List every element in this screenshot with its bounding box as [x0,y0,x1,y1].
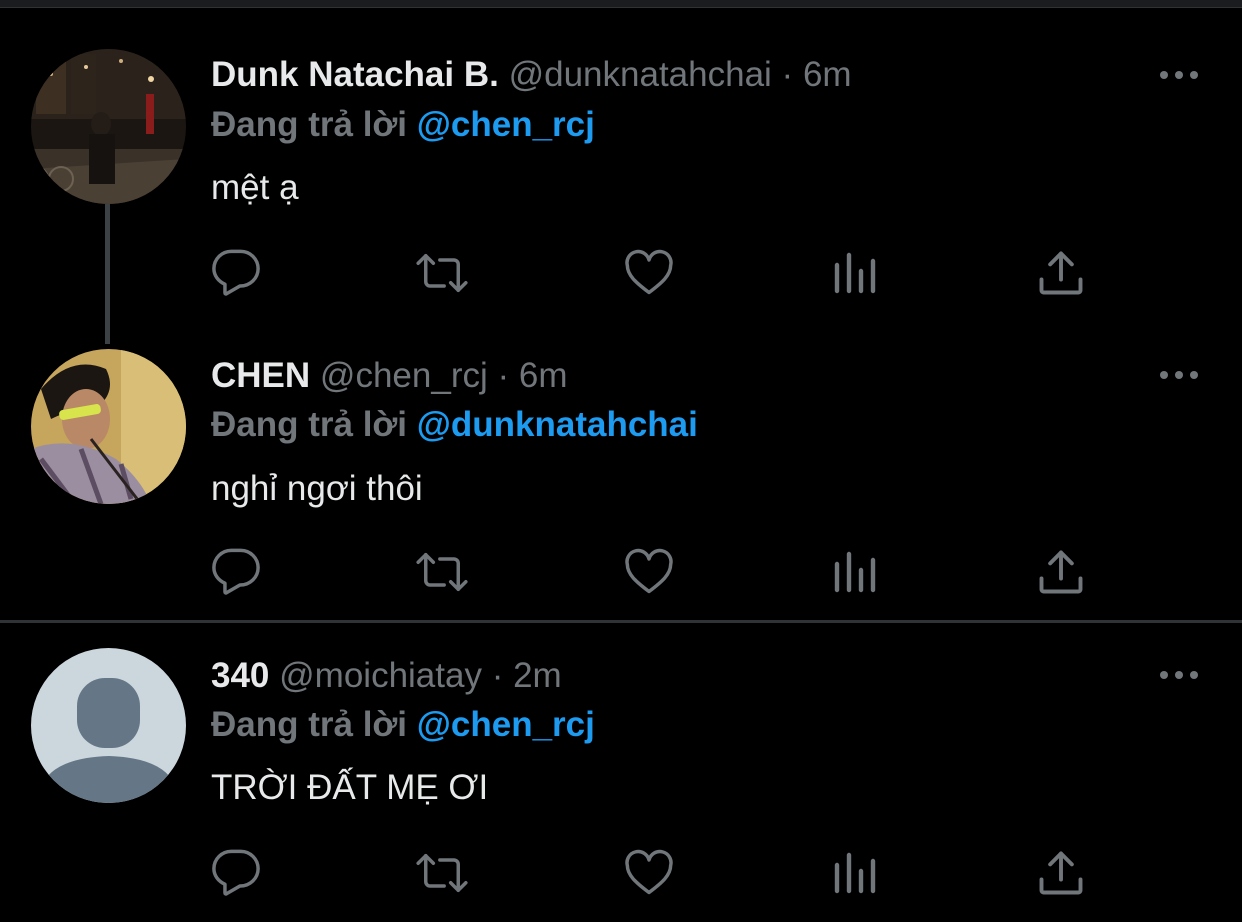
timestamp[interactable]: 6m [519,356,568,395]
analytics-icon[interactable] [825,843,885,903]
tweet-actions [211,542,1111,602]
retweet-icon[interactable] [412,542,472,602]
thread-connector [105,204,110,344]
separator: · [491,656,504,695]
more-options-icon[interactable] [1156,665,1202,685]
analytics-icon[interactable] [825,243,885,303]
reply-icon[interactable] [206,843,266,903]
tweet-text: TRỜI ĐẤT MẸ ƠI [211,768,489,807]
tweet-actions [211,243,1111,303]
separator: · [781,55,794,94]
replying-label: Đang trả lời [211,105,408,144]
more-options-icon[interactable] [1156,65,1202,85]
timestamp[interactable]: 6m [803,55,852,94]
mention-link[interactable]: @chen_rcj [417,705,595,744]
like-icon[interactable] [619,542,679,602]
more-options-icon[interactable] [1156,365,1202,385]
reply-icon[interactable] [206,542,266,602]
timestamp[interactable]: 2m [513,656,562,695]
avatar-photo [31,49,186,204]
mention-link[interactable]: @chen_rcj [417,105,595,144]
tweet-header: CHEN @chen_rcj · 6m [211,351,568,401]
avatar[interactable] [31,349,186,504]
analytics-icon[interactable] [825,542,885,602]
avatar[interactable] [31,49,186,204]
avatar[interactable] [31,648,186,803]
mention-link[interactable]: @dunknatahchai [417,405,698,444]
reply-icon[interactable] [206,243,266,303]
display-name[interactable]: CHEN [211,356,310,395]
user-handle[interactable]: @chen_rcj [320,356,488,395]
separator: · [497,356,510,395]
retweet-icon[interactable] [412,843,472,903]
display-name[interactable]: 340 [211,656,269,695]
user-handle[interactable]: @moichiatay [279,656,482,695]
tweet-divider [0,620,1242,623]
user-handle[interactable]: @dunknatahchai [509,55,772,94]
like-icon[interactable] [619,243,679,303]
replying-label: Đang trả lời [211,705,408,744]
tweet-header: 340 @moichiatay · 2m [211,651,562,701]
top-divider [0,0,1242,8]
share-icon[interactable] [1031,243,1091,303]
share-icon[interactable] [1031,542,1091,602]
default-avatar [31,648,186,803]
replying-to: Đang trả lời @chen_rcj [211,700,595,750]
tweet-text: mệt ạ [211,168,299,207]
replying-to: Đang trả lời @chen_rcj [211,100,595,150]
tweet-header: Dunk Natachai B. @dunknatahchai · 6m [211,50,852,100]
like-icon[interactable] [619,843,679,903]
share-icon[interactable] [1031,843,1091,903]
replying-label: Đang trả lời [211,405,408,444]
avatar-photo [31,349,186,504]
replying-to: Đang trả lời @dunknatahchai [211,400,698,450]
tweet-actions [211,843,1111,903]
retweet-icon[interactable] [412,243,472,303]
tweet-text: nghỉ ngơi thôi [211,469,423,508]
display-name[interactable]: Dunk Natachai B. [211,55,499,94]
